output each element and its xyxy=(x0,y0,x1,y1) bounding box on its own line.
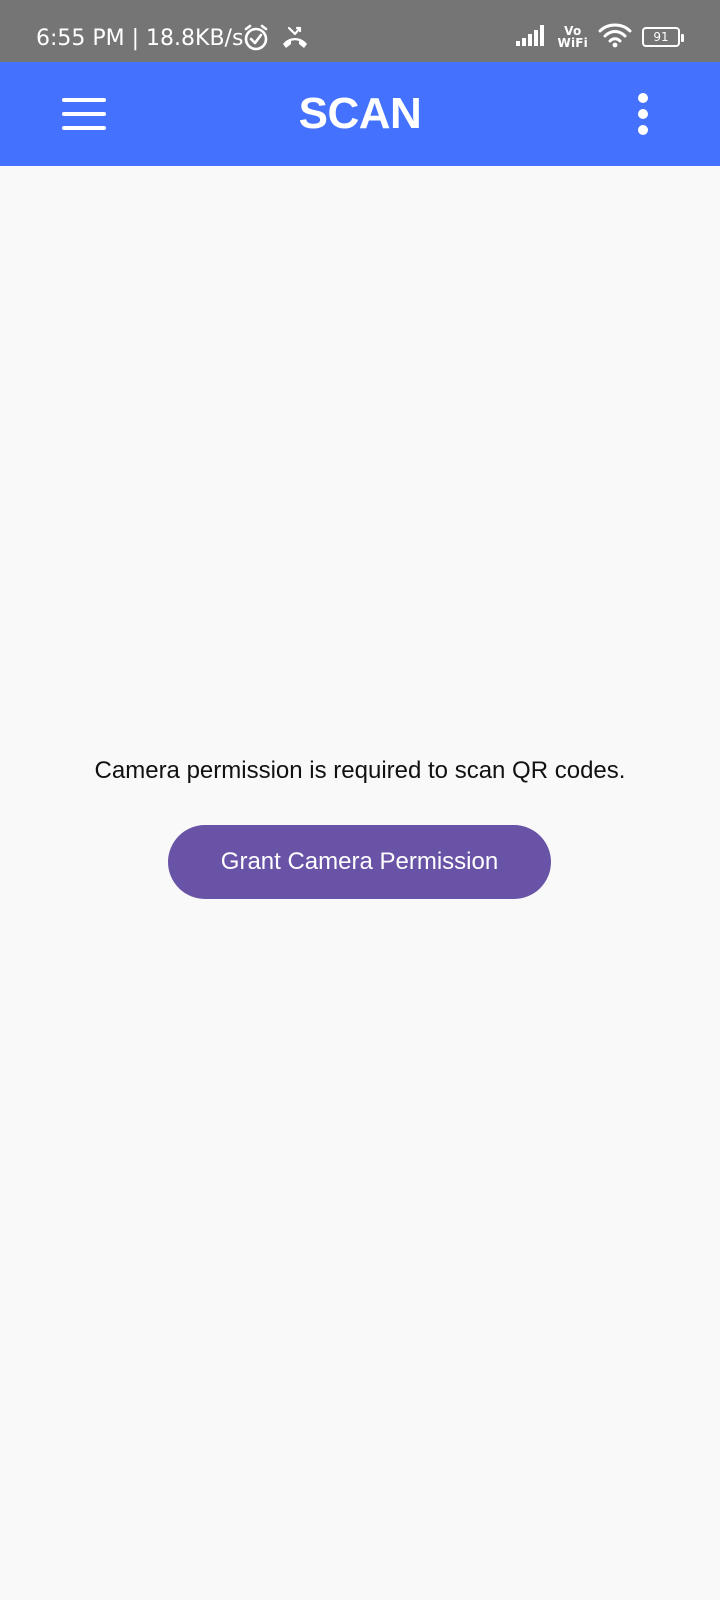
grant-camera-permission-button[interactable]: Grant Camera Permission xyxy=(168,825,551,899)
battery-level: 91 xyxy=(653,30,669,44)
camera-permission-message: Camera permission is required to scan QR… xyxy=(94,757,626,784)
more-vertical-icon xyxy=(638,93,648,135)
wifi-icon xyxy=(598,22,632,52)
more-options-button[interactable] xyxy=(618,84,668,144)
alarm-icon xyxy=(242,24,270,56)
status-right-icons: Vo WiFi 91 xyxy=(515,22,684,52)
app-bar: SCAN xyxy=(0,62,720,166)
signal-icon xyxy=(515,23,548,51)
vowifi-indicator: Vo WiFi xyxy=(558,25,588,49)
missed-call-icon xyxy=(280,24,310,56)
battery-tip xyxy=(681,34,684,42)
status-bar: 6:55 PM | 18.8KB/s Vo WiFi 91 xyxy=(0,0,720,62)
battery-icon: 91 xyxy=(642,27,684,47)
status-left-icons xyxy=(242,24,310,56)
wifi-label: WiFi xyxy=(557,36,588,50)
page-title: SCAN xyxy=(298,89,422,138)
status-time: 6:55 PM | 18.8KB/s xyxy=(36,26,244,51)
